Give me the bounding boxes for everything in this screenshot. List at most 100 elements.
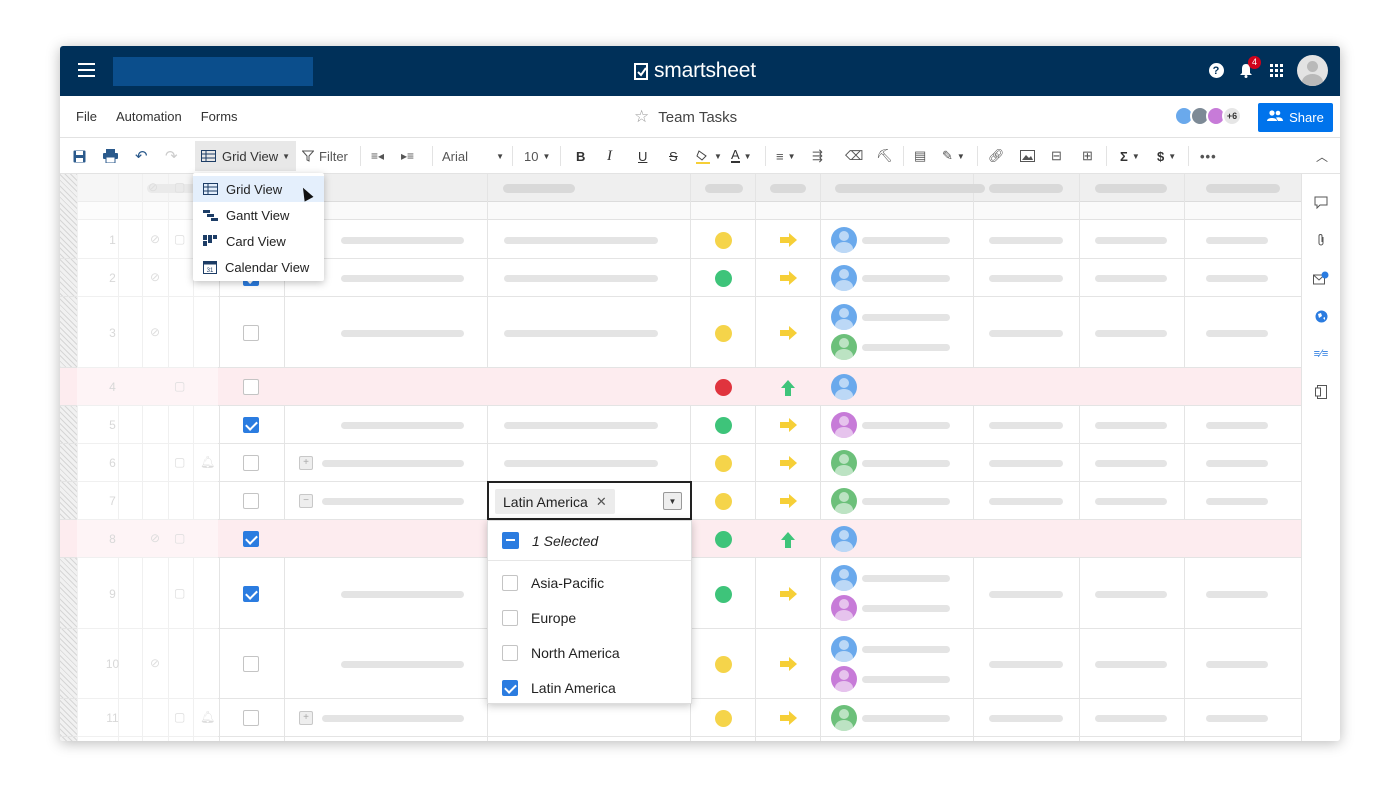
assignee-avatar[interactable] <box>831 488 857 514</box>
assignee-avatar[interactable] <box>831 412 857 438</box>
update-requests-icon[interactable] <box>1313 270 1329 286</box>
clear-formatting-eraser-icon[interactable]: ⌫ <box>845 138 863 174</box>
assignee-avatar[interactable] <box>831 374 857 400</box>
region-cell-editor[interactable]: Latin America ✕ ▼ <box>487 481 692 520</box>
assignee-avatar[interactable] <box>831 666 857 692</box>
status-ball[interactable] <box>715 531 732 548</box>
status-ball[interactable] <box>715 324 732 342</box>
column-header-label[interactable] <box>503 184 575 193</box>
collaborator-avatars[interactable]: +6 <box>1174 106 1242 126</box>
status-ball[interactable] <box>715 493 732 510</box>
menu-file[interactable]: File <box>76 109 97 124</box>
option-checkbox-checked[interactable] <box>502 679 518 696</box>
done-checkbox[interactable] <box>243 493 259 509</box>
assignee-avatar[interactable] <box>831 334 857 360</box>
text-color-icon[interactable]: A ▼ <box>731 138 752 174</box>
highlight-changes-icon[interactable]: ✎ ▼ <box>942 138 965 174</box>
done-checkbox[interactable] <box>243 379 259 395</box>
strikethrough-icon[interactable]: S <box>669 138 678 174</box>
comments-icon[interactable] <box>1313 194 1329 210</box>
select-all-toggle[interactable]: 1 Selected <box>488 521 691 561</box>
assignee-avatar[interactable] <box>831 304 857 330</box>
region-option-asia-pacific[interactable]: Asia-Pacific <box>488 565 691 600</box>
remove-chip-close-icon[interactable]: ✕ <box>596 494 607 510</box>
option-checkbox[interactable] <box>502 609 518 626</box>
column-header-label[interactable] <box>770 184 806 193</box>
conditional-format-icon[interactable]: ▤ <box>914 138 926 174</box>
done-checkbox[interactable] <box>243 656 259 672</box>
column-header-label[interactable] <box>1206 184 1280 193</box>
assignee-avatar[interactable] <box>831 565 857 591</box>
assignee-avatar[interactable] <box>831 227 857 253</box>
status-ball[interactable] <box>715 585 732 603</box>
assignee-avatar[interactable] <box>831 595 857 621</box>
column-header-label[interactable] <box>1095 184 1167 193</box>
filter-button[interactable]: Filter <box>302 138 348 174</box>
font-size-select[interactable]: 10 ▼ <box>524 138 550 174</box>
wrap-text-icon[interactable]: ⇶ <box>812 138 823 174</box>
view-option-gantt[interactable]: Gantt View <box>193 202 324 228</box>
underline-icon[interactable]: U <box>638 138 647 174</box>
undo-icon[interactable]: ↶ <box>135 138 148 174</box>
currency-icon[interactable]: $ ▼ <box>1157 138 1176 174</box>
print-icon[interactable] <box>103 138 118 174</box>
status-ball[interactable] <box>715 379 732 396</box>
user-avatar[interactable] <box>1297 55 1328 86</box>
more-options-icon[interactable]: ••• <box>1200 138 1217 174</box>
italic-icon[interactable]: I <box>607 138 612 174</box>
assignee-avatar[interactable] <box>831 450 857 476</box>
outdent-icon[interactable]: ≡◂ <box>371 138 384 174</box>
done-checkbox[interactable] <box>243 710 259 726</box>
region-option-latin-america[interactable]: Latin America <box>488 670 691 705</box>
notifications-bell-icon[interactable]: 4 <box>1237 55 1261 80</box>
view-option-calendar[interactable]: 31 Calendar View <box>193 254 324 280</box>
save-icon[interactable] <box>73 138 86 174</box>
region-option-europe[interactable]: Europe <box>488 600 691 635</box>
status-ball[interactable] <box>715 417 732 434</box>
font-family-select[interactable]: Arial ▼ <box>442 138 504 174</box>
indent-icon[interactable]: ▸≡ <box>401 138 414 174</box>
assignee-avatar[interactable] <box>831 526 857 552</box>
expand-row-icon[interactable]: + <box>299 711 313 725</box>
column-header-label[interactable] <box>835 184 985 193</box>
assignee-avatar[interactable] <box>831 705 857 731</box>
insert-row-icon[interactable]: ⊟ <box>1051 138 1062 174</box>
expand-row-icon[interactable]: + <box>299 456 313 470</box>
hamburger-menu-icon[interactable] <box>78 63 95 77</box>
done-checkbox[interactable] <box>243 455 259 471</box>
done-checkbox[interactable] <box>243 417 259 433</box>
done-checkbox[interactable] <box>243 531 259 547</box>
option-checkbox[interactable] <box>502 574 518 591</box>
status-ball[interactable] <box>715 656 732 673</box>
option-checkbox[interactable] <box>502 644 518 661</box>
assignee-avatar[interactable] <box>831 636 857 662</box>
assignee-avatar[interactable] <box>831 265 857 291</box>
sheet-title[interactable]: Team Tasks <box>658 109 737 126</box>
view-option-card[interactable]: Card View <box>193 228 324 254</box>
favorite-star-icon[interactable]: ☆ <box>634 107 649 127</box>
insert-column-icon[interactable]: ⊞ <box>1082 138 1093 174</box>
indeterminate-checkbox[interactable] <box>502 532 519 549</box>
activity-log-icon[interactable]: ≡⁄≡ <box>1313 346 1329 362</box>
align-icon[interactable]: ≡ ▼ <box>776 138 796 174</box>
fill-color-icon[interactable]: ▼ <box>696 138 722 174</box>
apps-grid-icon[interactable] <box>1267 62 1285 80</box>
summary-icon[interactable] <box>1313 384 1329 400</box>
help-icon[interactable]: ? <box>1207 62 1225 80</box>
column-header-label[interactable] <box>989 184 1063 193</box>
share-button[interactable]: Share <box>1258 103 1333 132</box>
menu-automation[interactable]: Automation <box>116 109 182 124</box>
redo-icon[interactable]: ↷ <box>165 138 178 174</box>
link-icon[interactable]: 🔗︎ <box>988 138 1005 174</box>
format-painter-icon[interactable]: ⛏ <box>876 138 893 174</box>
search-box[interactable] <box>113 57 313 86</box>
attachments-icon[interactable] <box>1313 232 1329 248</box>
status-ball[interactable] <box>715 270 732 287</box>
collapse-toolbar-chevron-up-icon[interactable]: ︿ <box>1316 138 1328 174</box>
region-option-north-america[interactable]: North America <box>488 635 691 670</box>
column-header-label[interactable] <box>705 184 743 193</box>
done-checkbox[interactable] <box>243 585 259 602</box>
status-ball[interactable] <box>715 232 732 249</box>
status-ball[interactable] <box>715 455 732 472</box>
status-ball[interactable] <box>715 710 732 727</box>
